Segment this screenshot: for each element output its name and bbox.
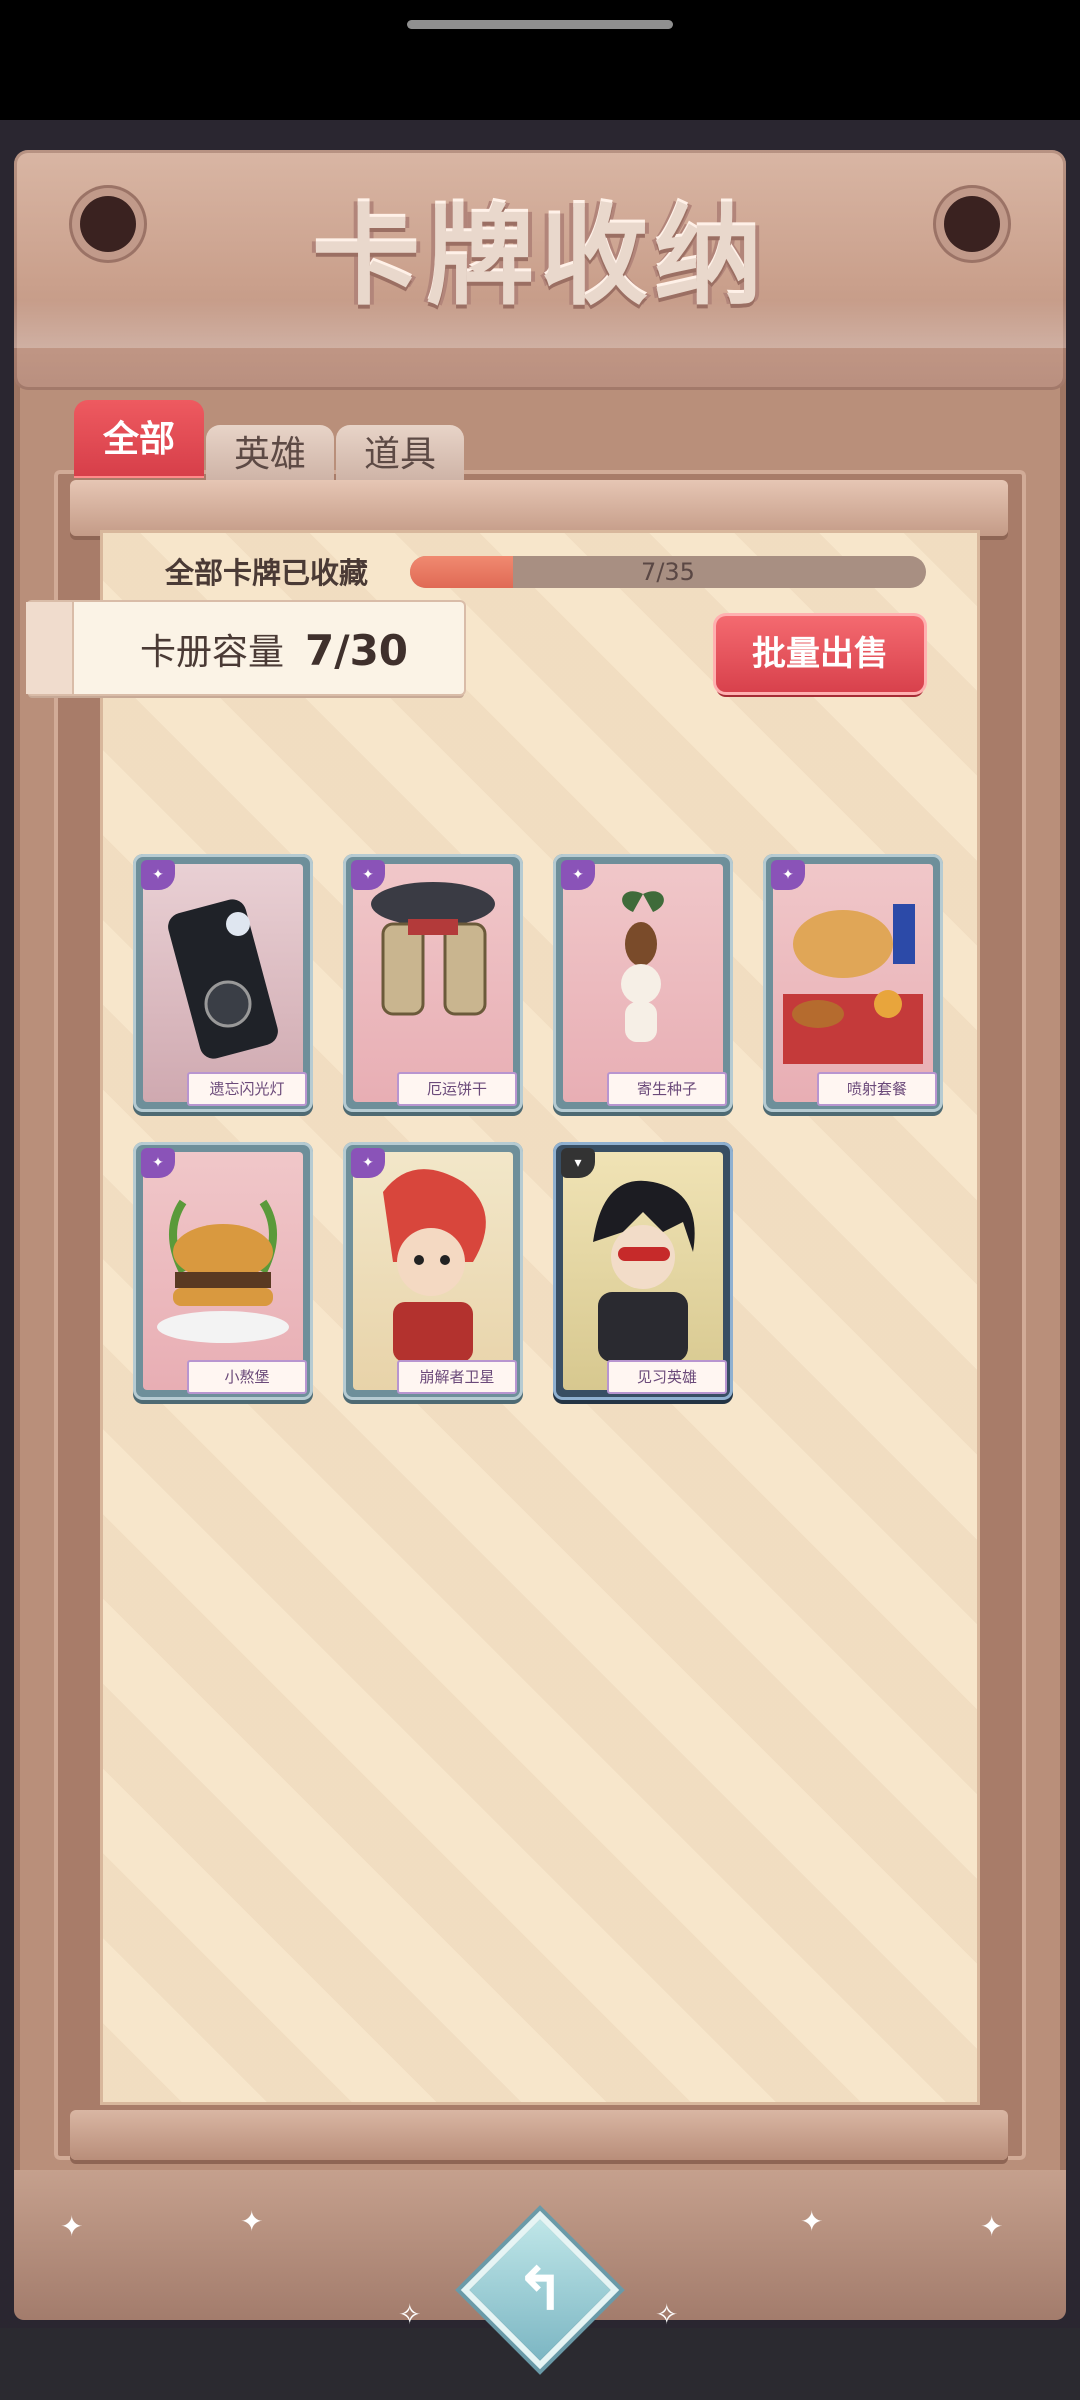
- card-little-burger[interactable]: ✦ 小熬堡: [133, 1142, 313, 1400]
- seed-icon: [621, 891, 664, 1042]
- sparkle-icon: ✦: [800, 2205, 824, 2238]
- bulk-sell-button[interactable]: 批量出售: [716, 616, 924, 692]
- tab-heroes[interactable]: 英雄: [206, 425, 334, 483]
- flashlight-icon: [168, 899, 278, 1059]
- card-name: 崩解者卫星: [397, 1360, 517, 1394]
- sparkle-icon: ✦: [240, 2205, 264, 2238]
- collection-progress-bar: 7/35: [410, 556, 926, 588]
- page-title: 卡牌收纳: [311, 195, 768, 320]
- collection-label: 全部卡牌已收藏: [165, 556, 369, 590]
- sparkle-icon: ✦: [980, 2210, 1004, 2243]
- status-bar: [0, 0, 1080, 120]
- card-disintegrator-satellite[interactable]: ✦ 崩解者卫星: [343, 1142, 523, 1400]
- sparkle-icon: ✦: [60, 2210, 84, 2243]
- card-name: 遗忘闪光灯: [187, 1072, 307, 1106]
- card-rarity-badge: ✦: [351, 860, 385, 890]
- back-arrow-icon[interactable]: ↰: [490, 2245, 590, 2335]
- card-art: [563, 1152, 723, 1390]
- card-art: [563, 864, 723, 1102]
- card-art: [773, 864, 933, 1102]
- card-doom-cookie[interactable]: ✦ 厄运饼干: [343, 854, 523, 1112]
- card-jet-meal[interactable]: ✦ 喷射套餐: [763, 854, 943, 1112]
- sparkle-icon: ✧: [398, 2298, 422, 2331]
- burger-icon: [157, 1199, 289, 1343]
- shelf-bottom: [70, 2110, 1008, 2160]
- card-type-badge: ▾: [561, 1148, 595, 1178]
- card-name: 见习英雄: [607, 1360, 727, 1394]
- card-apprentice-hero[interactable]: ▾ 见习英雄: [553, 1142, 733, 1400]
- camera-pill: [407, 20, 673, 29]
- card-rarity-badge: ✦: [771, 860, 805, 890]
- meal-icon: [783, 904, 923, 1064]
- card-art: [353, 1152, 513, 1390]
- cookie-icon: [371, 882, 495, 1016]
- capacity-label: 卡册容量: [140, 632, 285, 673]
- card-name: 寄生种子: [607, 1072, 727, 1106]
- card-rarity-badge: ✦: [141, 1148, 175, 1178]
- hero-icon: [593, 1180, 695, 1362]
- tab-items[interactable]: 道具: [336, 425, 464, 483]
- card-rarity-badge: ✦: [561, 860, 595, 890]
- card-forget-flashlight[interactable]: ✦ 遗忘闪光灯: [133, 854, 313, 1112]
- collection-progress-text: 7/35: [641, 558, 695, 586]
- card-name: 厄运饼干: [397, 1072, 517, 1106]
- sparkle-icon: ✧: [655, 2298, 679, 2331]
- card-parasite-seed[interactable]: ✦ 寄生种子: [553, 854, 733, 1112]
- card-art: [353, 864, 513, 1102]
- shelf-top: [70, 480, 1008, 536]
- card-name: 喷射套餐: [817, 1072, 937, 1106]
- card-name: 小熬堡: [187, 1360, 307, 1394]
- card-art: [143, 1152, 303, 1390]
- tab-all[interactable]: 全部: [74, 400, 204, 478]
- card-rarity-badge: ✦: [351, 1148, 385, 1178]
- character-icon: [383, 1169, 486, 1362]
- card-rarity-badge: ✦: [141, 860, 175, 890]
- capacity-value: 7/30: [305, 626, 409, 675]
- card-art: [143, 864, 303, 1102]
